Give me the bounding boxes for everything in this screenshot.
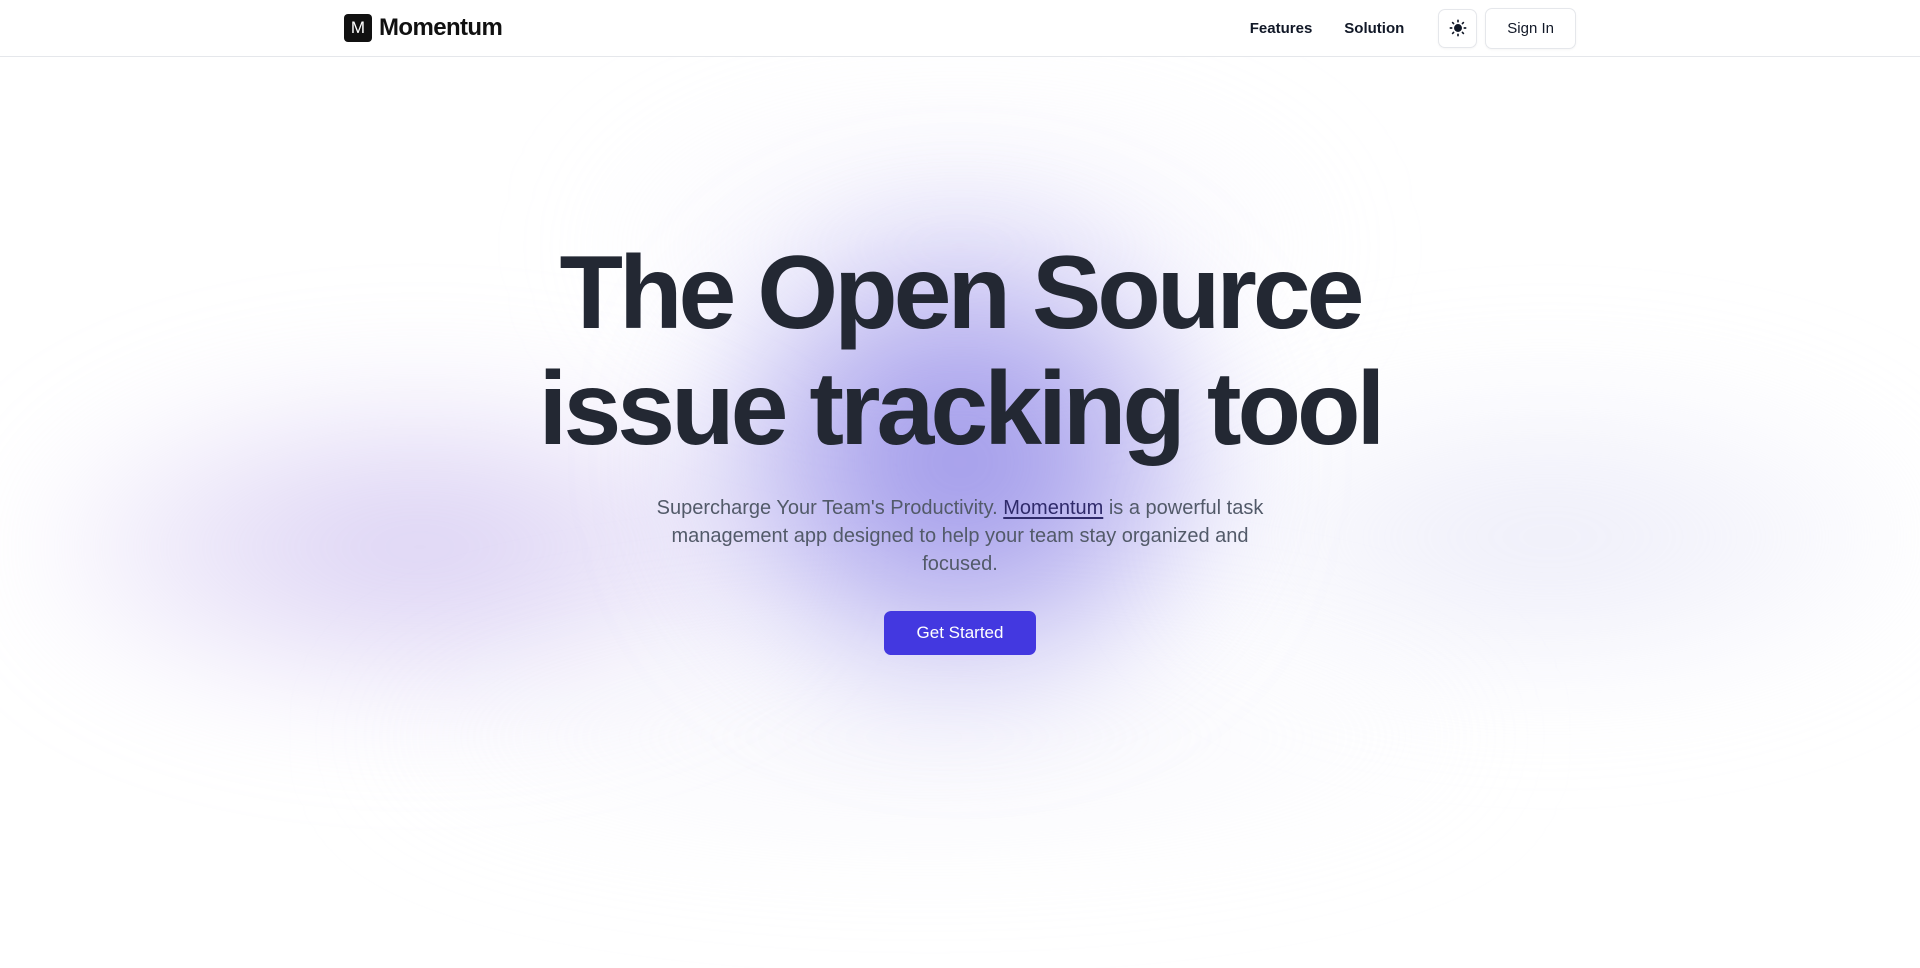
brand-logo: M [344,14,372,42]
nav-link-features[interactable]: Features [1250,12,1313,45]
site-header: M Momentum Features Solution Sign In [0,0,1920,57]
hero-title: The Open Source issue tracking tool [460,235,1460,467]
header-container: M Momentum Features Solution Sign In [344,0,1576,56]
theme-toggle-button[interactable] [1438,8,1478,48]
main-nav: Features Solution Sign In [1250,7,1576,49]
sign-in-button[interactable]: Sign In [1485,7,1576,49]
nav-link-solution[interactable]: Solution [1344,12,1404,45]
hero-subtitle-intro: Supercharge Your Team's Productivity. [656,497,1004,519]
hero-title-line-1: The Open Source [559,235,1364,351]
get-started-button[interactable]: Get Started [884,611,1036,655]
hero-subtitle: Supercharge Your Team's Productivity. Mo… [650,494,1270,578]
brand-name: Momentum [379,14,503,41]
brand-home-link[interactable]: M Momentum [344,14,503,42]
momentum-link[interactable]: Momentum [1003,497,1103,519]
hero-title-line-2: issue tracking tool [538,351,1386,467]
sun-icon [1449,19,1467,37]
